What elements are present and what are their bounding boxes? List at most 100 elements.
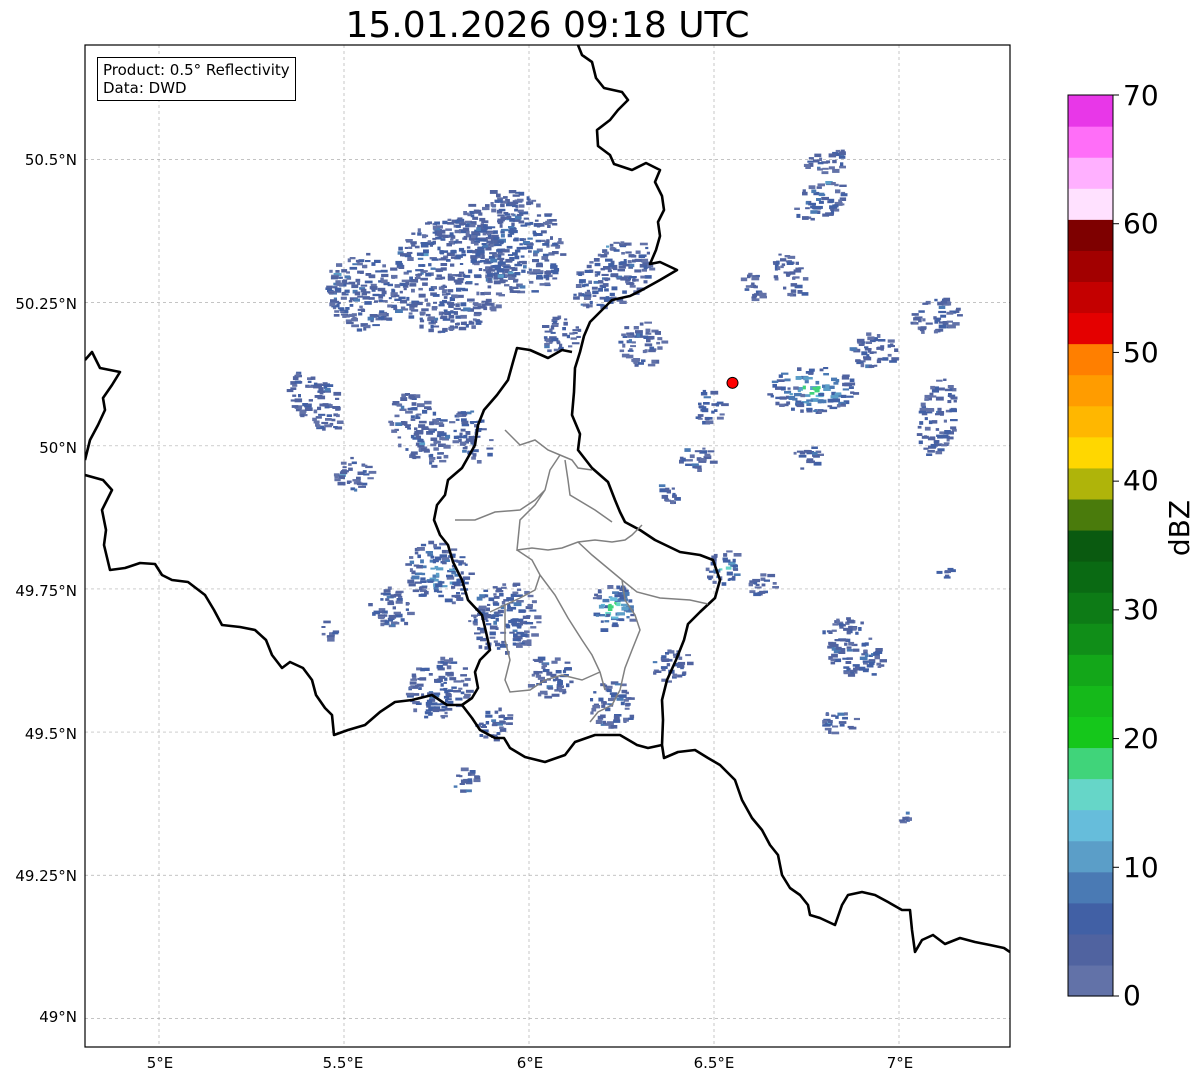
precip-pixel: [521, 260, 527, 265]
precip-pixel: [329, 302, 336, 307]
precip-pixel: [322, 382, 328, 385]
precip-pixel: [527, 604, 533, 608]
precip-pixel: [763, 579, 770, 582]
precip-cell: [388, 393, 451, 468]
precip-pixel: [527, 237, 533, 240]
country-borders: [85, 473, 663, 764]
precip-pixel: [447, 221, 455, 225]
precip-pixel: [488, 277, 492, 282]
precip-pixel: [805, 450, 812, 453]
precip-pixel: [432, 286, 437, 289]
precip-pixel: [846, 646, 852, 649]
precip-pixel: [417, 232, 422, 236]
precip-pixel: [840, 162, 844, 166]
precip-pixel: [698, 417, 703, 420]
precip-pixel: [816, 186, 822, 189]
precip-pixel: [471, 614, 478, 617]
precip-pixel: [745, 285, 754, 288]
precip-pixel: [531, 600, 537, 604]
colorbar-tick-label: 20: [1123, 722, 1159, 755]
precip-pixel: [938, 310, 947, 314]
precip-pixel: [405, 239, 413, 242]
precip-pixel: [362, 470, 367, 473]
colorbar-bin: [1068, 778, 1113, 811]
precip-pixel: [455, 418, 460, 421]
precip-pixel: [786, 261, 794, 265]
precip-pixel: [431, 464, 438, 468]
precip-pixel: [335, 397, 340, 400]
precip-pixel: [360, 288, 367, 293]
precip-pixel: [700, 392, 708, 396]
precip-pixel: [468, 269, 473, 274]
precip-pixel: [535, 239, 541, 243]
precip-pixel: [349, 266, 358, 270]
precip-pixel: [578, 272, 583, 276]
precip-pixel: [853, 717, 860, 721]
precip-pixel: [442, 220, 448, 225]
precip-pixel: [465, 689, 474, 693]
precip-pixel: [852, 627, 857, 631]
precip-pixel: [495, 642, 501, 647]
precip-pixel: [409, 560, 415, 565]
precip-pixel: [946, 320, 953, 323]
precip-pixel: [495, 627, 499, 630]
precip-pixel: [456, 322, 460, 326]
precip-pixel: [436, 664, 444, 669]
precip-pixel: [516, 588, 522, 591]
precip-pixel: [424, 590, 429, 595]
precip-pixel: [300, 413, 305, 418]
precip-pixel: [432, 708, 440, 713]
precip-pixel: [562, 333, 568, 337]
precip-pixel: [429, 559, 434, 563]
precip-pixel: [811, 189, 817, 194]
precip-pixel: [508, 271, 514, 275]
precip-pixel: [485, 204, 490, 208]
precip-pixel: [542, 221, 549, 225]
precip-pixel: [625, 251, 632, 254]
precip-pixel: [448, 689, 453, 692]
precip-pixel: [509, 218, 515, 222]
precip-pixel: [864, 346, 869, 349]
precip-pixel: [415, 684, 420, 687]
precip-pixel: [464, 282, 472, 285]
precip-pixel: [455, 315, 462, 319]
precip-pixel: [639, 242, 648, 246]
precip-pixel: [367, 477, 374, 480]
precip-pixel: [943, 378, 947, 381]
precip-pixel: [391, 289, 396, 293]
precip-pixel: [453, 307, 461, 310]
precip-pixel: [514, 272, 521, 276]
precip-pixel: [348, 300, 353, 303]
precip-pixel: [500, 233, 505, 238]
precip-pixel: [940, 434, 949, 439]
precip-pixel: [661, 655, 667, 659]
precip-pixel: [833, 381, 839, 385]
precip-pixel: [394, 284, 401, 288]
precip-pixel: [478, 605, 487, 609]
precip-pixel: [575, 284, 582, 288]
precip-pixel: [336, 414, 340, 418]
precip-pixel: [478, 260, 482, 263]
precip-pixel: [602, 283, 609, 287]
precip-pixel: [504, 284, 510, 287]
precip-pixel: [846, 631, 851, 635]
precip-pixel: [780, 258, 787, 262]
precip-pixel: [832, 168, 840, 173]
precip-pixel: [438, 675, 445, 679]
precip-pixel: [444, 707, 453, 711]
radar-site-marker: [726, 376, 739, 389]
precip-pixel: [447, 700, 454, 704]
precip-pixel: [839, 184, 847, 187]
precip-pixel: [595, 614, 600, 617]
precip-pixel: [867, 336, 875, 341]
precip-pixel: [541, 256, 549, 260]
precip-pixel: [926, 453, 933, 456]
precip-pixel: [526, 196, 530, 201]
precip-pixel: [384, 614, 388, 617]
precip-pixel: [478, 212, 483, 216]
precip-pixel: [882, 357, 889, 361]
precip-pixel: [586, 304, 590, 309]
precip-pixel: [635, 250, 641, 254]
precip-pixel: [622, 263, 630, 267]
precip-pixel: [326, 285, 333, 289]
